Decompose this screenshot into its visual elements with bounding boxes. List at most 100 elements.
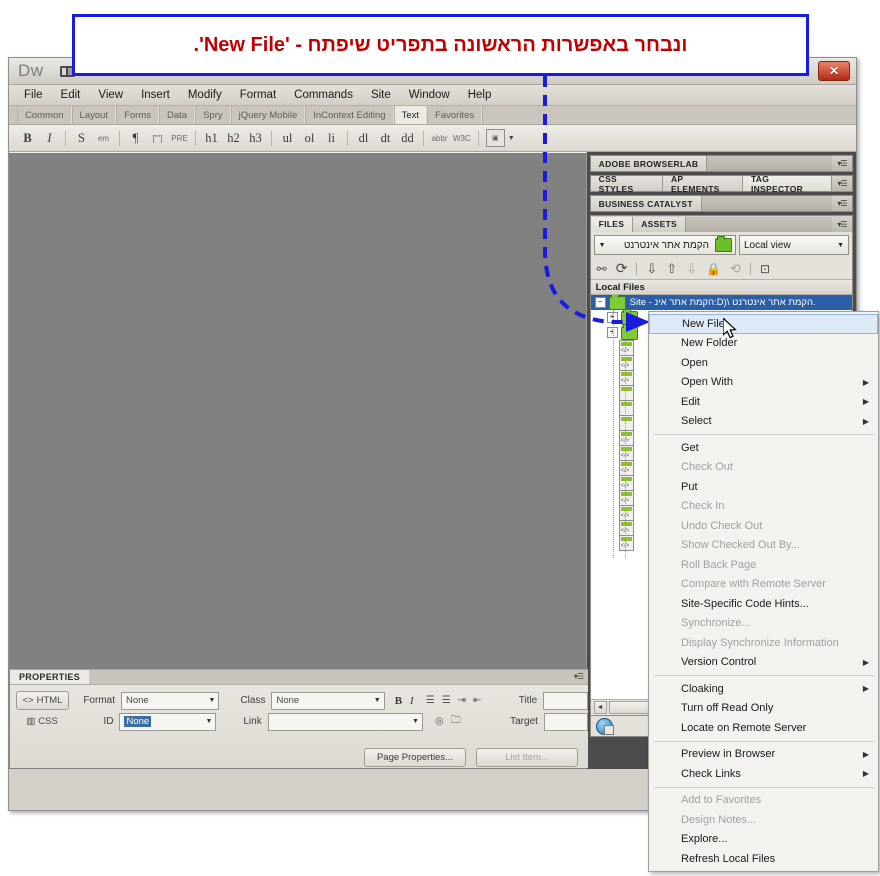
class-select[interactable]: None ▼ bbox=[271, 691, 385, 710]
expand-icon[interactable]: ⊡ bbox=[760, 262, 770, 276]
menu-item-edit[interactable]: Edit ▶ bbox=[649, 392, 878, 412]
collapse-icon[interactable]: − bbox=[594, 297, 606, 308]
insert-tab-spry[interactable]: Spry bbox=[195, 106, 231, 124]
outdent-icon[interactable]: ⇥ bbox=[458, 695, 466, 706]
ordered-list-icon[interactable]: ☰ bbox=[442, 695, 451, 706]
refresh-icon[interactable]: ⟳ bbox=[616, 260, 628, 277]
id-select[interactable]: None ▼ bbox=[119, 712, 217, 731]
menu-item-site-specific-code-hints[interactable]: Site-Specific Code Hints... bbox=[649, 594, 878, 614]
italic-toggle[interactable]: I bbox=[410, 695, 414, 707]
chevron-down-icon[interactable]: ▼ bbox=[508, 135, 515, 142]
menu-item-explore[interactable]: Explore... bbox=[649, 830, 878, 850]
panel-tab-tag-inspector[interactable]: TAG INSPECTOR bbox=[742, 174, 833, 194]
insert-tab-favorites[interactable]: Favorites bbox=[427, 106, 483, 124]
panel-options-icon[interactable]: ▾☰ bbox=[832, 176, 852, 191]
italic-button[interactable]: I bbox=[41, 128, 58, 148]
menu-file[interactable]: File bbox=[15, 87, 52, 103]
connect-icon[interactable]: ⚯ bbox=[597, 262, 607, 276]
insert-tab-data[interactable]: Data bbox=[159, 106, 196, 124]
heading2-button[interactable]: h2 bbox=[225, 128, 242, 148]
menu-item-turn-off-read-only[interactable]: Turn off Read Only bbox=[649, 699, 878, 719]
bold-button[interactable]: B bbox=[19, 128, 36, 148]
character-entity-icon[interactable]: ▣ bbox=[485, 129, 505, 147]
menu-help[interactable]: Help bbox=[459, 87, 501, 103]
insert-tab-layout[interactable]: Layout bbox=[71, 106, 117, 124]
panel-tab-business-catalyst[interactable]: BUSINESS CATALYST bbox=[590, 196, 702, 211]
panel-tab-files[interactable]: FILES bbox=[590, 216, 634, 232]
menu-item-cloaking[interactable]: Cloaking ▶ bbox=[649, 679, 878, 699]
menu-item-get[interactable]: Get bbox=[649, 438, 878, 458]
insert-tab-text[interactable]: Text bbox=[393, 106, 428, 124]
ordered-list-button[interactable]: ol bbox=[301, 128, 318, 148]
menu-edit[interactable]: Edit bbox=[52, 87, 90, 103]
view-mode-select[interactable]: Local view ▼ bbox=[739, 235, 849, 255]
menu-format[interactable]: Format bbox=[231, 87, 285, 103]
business-catalyst-panel-bar[interactable]: BUSINESS CATALYST ▾☰ bbox=[589, 195, 853, 212]
close-button[interactable]: ✕ bbox=[818, 61, 850, 81]
abbreviation-button[interactable]: abbr bbox=[431, 128, 448, 148]
heading3-button[interactable]: h3 bbox=[247, 128, 264, 148]
file-context-menu[interactable]: New File New Folder Open Open With ▶ Edit ▶ Sel… bbox=[648, 311, 879, 872]
panel-tab-css-styles[interactable]: CSS STYLES bbox=[590, 174, 663, 194]
document-canvas[interactable]: PROPERTIES ▾☰ <> HTML Format None ▼ Clas… bbox=[9, 152, 588, 769]
format-select[interactable]: None ▼ bbox=[121, 691, 220, 710]
insert-tab-forms[interactable]: Forms bbox=[116, 106, 159, 124]
link-select[interactable]: ▼ bbox=[267, 712, 423, 731]
put-files-icon[interactable]: ⇧ bbox=[666, 261, 677, 277]
heading1-button[interactable]: h1 bbox=[203, 128, 220, 148]
title-field[interactable] bbox=[543, 691, 588, 710]
page-properties-button[interactable]: Page Properties... bbox=[364, 748, 466, 767]
menu-site[interactable]: Site bbox=[362, 87, 400, 103]
strong-button[interactable]: S bbox=[73, 128, 90, 148]
definition-term-button[interactable]: dt bbox=[377, 128, 394, 148]
menu-item-check-links[interactable]: Check Links ▶ bbox=[649, 764, 878, 784]
globe-icon[interactable] bbox=[595, 717, 614, 735]
menu-window[interactable]: Window bbox=[400, 87, 459, 103]
panel-tab-ap-elements[interactable]: AP ELEMENTS bbox=[662, 174, 743, 194]
menu-item-new-folder[interactable]: New Folder bbox=[649, 334, 878, 354]
browserlab-panel-bar[interactable]: ADOBE BROWSERLAB ▾☰ bbox=[589, 155, 853, 172]
html-mode-button[interactable]: <> HTML bbox=[16, 691, 69, 710]
menu-commands[interactable]: Commands bbox=[285, 87, 362, 103]
panel-tab-browserlab[interactable]: ADOBE BROWSERLAB bbox=[590, 156, 708, 171]
browse-folder-icon[interactable]: 🗀 bbox=[451, 713, 461, 730]
menu-item-select[interactable]: Select ▶ bbox=[649, 412, 878, 432]
get-files-icon[interactable]: ⇩ bbox=[646, 261, 657, 277]
acronym-button[interactable]: W3C bbox=[453, 128, 471, 148]
paragraph-button[interactable]: ¶ bbox=[127, 128, 144, 148]
insert-tab-common[interactable]: Common bbox=[17, 106, 72, 124]
menu-item-locate-on-remote-server[interactable]: Locate on Remote Server bbox=[649, 718, 878, 738]
blockquote-button[interactable]: [""] bbox=[149, 128, 166, 148]
panel-options-icon[interactable]: ▾☰ bbox=[574, 672, 584, 681]
target-field[interactable] bbox=[543, 712, 588, 731]
insert-tab-jquery-mobile[interactable]: jQuery Mobile bbox=[230, 106, 306, 124]
definition-list-button[interactable]: dl bbox=[355, 128, 372, 148]
menu-view[interactable]: View bbox=[89, 87, 132, 103]
tree-row-site-root[interactable]: − Site - הקמת אתר אינ:D)\ הקמת אתר אינטר… bbox=[590, 295, 852, 310]
menu-item-preview-in-browser[interactable]: Preview in Browser ▶ bbox=[649, 745, 878, 765]
unordered-list-button[interactable]: ul bbox=[279, 128, 296, 148]
definition-description-button[interactable]: dd bbox=[399, 128, 416, 148]
css-mode-button[interactable]: ▥ CSS bbox=[16, 712, 68, 731]
insert-tab-incontext-editing[interactable]: InContext Editing bbox=[305, 106, 394, 124]
panel-options-icon[interactable]: ▾☰ bbox=[832, 156, 852, 171]
menu-modify[interactable]: Modify bbox=[179, 87, 231, 103]
site-select[interactable]: הקמת אתר אינטרנט ▼ bbox=[593, 235, 736, 255]
panel-options-icon[interactable]: ▾☰ bbox=[832, 196, 852, 211]
indent-icon[interactable]: ⇤ bbox=[473, 695, 481, 706]
files-panel-bar[interactable]: FILES ASSETS ▾☰ bbox=[589, 215, 853, 232]
menu-insert[interactable]: Insert bbox=[132, 87, 179, 103]
preformatted-button[interactable]: PRE bbox=[171, 128, 188, 148]
menu-item-refresh-local-files[interactable]: Refresh Local Files bbox=[649, 849, 878, 869]
menu-item-version-control[interactable]: Version Control ▶ bbox=[649, 653, 878, 673]
scroll-left-icon[interactable]: ◄ bbox=[593, 701, 607, 714]
point-to-file-icon[interactable]: ◎ bbox=[435, 716, 444, 727]
menu-item-open-with[interactable]: Open With ▶ bbox=[649, 373, 878, 393]
menu-item-put[interactable]: Put bbox=[649, 477, 878, 497]
menu-item-open[interactable]: Open bbox=[649, 353, 878, 373]
emphasis-button[interactable]: em bbox=[95, 128, 112, 148]
panel-tab-assets[interactable]: ASSETS bbox=[633, 216, 687, 232]
unordered-list-icon[interactable]: ☰ bbox=[426, 695, 435, 706]
menu-item-new-file[interactable]: New File bbox=[649, 314, 878, 334]
inspector-panel-bar[interactable]: CSS STYLES AP ELEMENTS TAG INSPECTOR ▾☰ bbox=[589, 174, 853, 194]
